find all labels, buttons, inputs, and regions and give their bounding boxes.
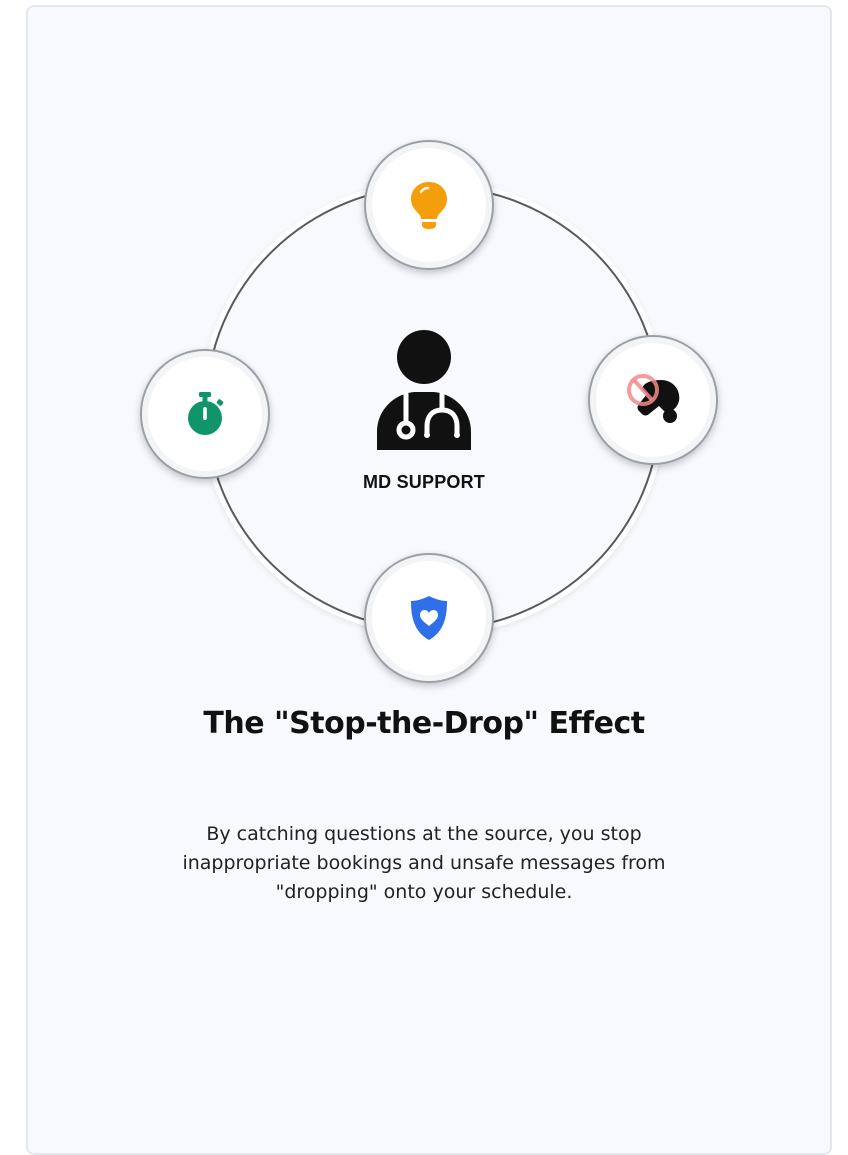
node-left	[140, 349, 270, 479]
node-right	[588, 335, 718, 465]
cycle-diagram: MD SUPPORT	[0, 0, 848, 700]
ping-pong-prohibited-icon	[627, 374, 680, 423]
node-top	[364, 140, 494, 270]
section-description: By catching questions at the source, you…	[182, 823, 666, 903]
center-hub: MD SUPPORT	[334, 330, 514, 500]
shield-heart-icon	[411, 596, 447, 640]
doctor-icon	[377, 330, 471, 450]
stopwatch-icon	[188, 392, 224, 435]
lightbulb-icon	[411, 182, 447, 229]
node-bottom	[364, 553, 494, 683]
section-title: The "Stop-the-Drop" Effect	[203, 706, 645, 741]
center-label: MD SUPPORT	[362, 472, 485, 492]
